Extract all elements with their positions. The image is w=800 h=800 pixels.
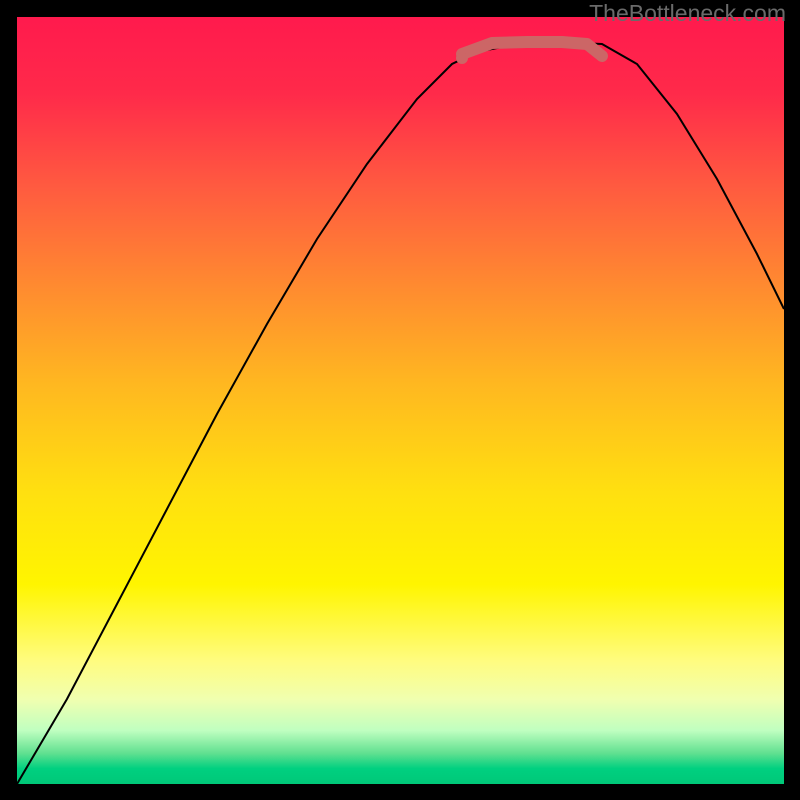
- attribution-label: TheBottleneck.com: [589, 0, 786, 27]
- bottleneck-curve: [17, 43, 784, 784]
- highlight-dot: [456, 52, 468, 64]
- chart-container: TheBottleneck.com: [0, 0, 800, 800]
- highlight-segment: [462, 42, 602, 56]
- chart-svg: [17, 17, 784, 784]
